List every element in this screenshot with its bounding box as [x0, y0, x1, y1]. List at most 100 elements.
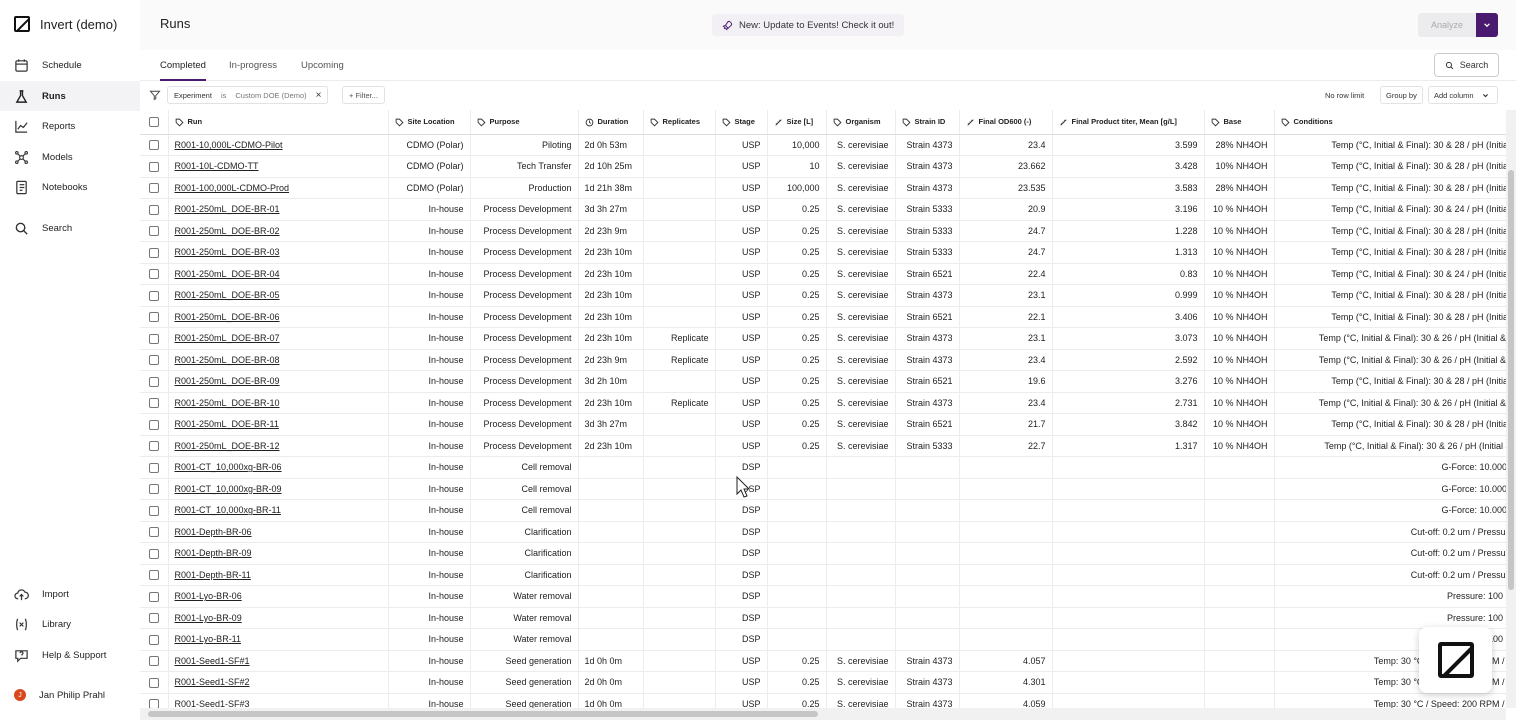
run-link[interactable]: R001-Seed1-SF#2 [175, 677, 250, 687]
vertical-scrollbar[interactable] [1506, 110, 1516, 708]
row-checkbox[interactable] [140, 671, 169, 694]
table-row[interactable]: R001-250mL_DOE-BR-05 In-house Process Deve… [140, 284, 1506, 307]
row-checkbox[interactable] [140, 370, 169, 393]
sidebar-item-runs[interactable]: Runs [0, 81, 140, 111]
row-checkbox[interactable] [140, 499, 169, 522]
run-link[interactable]: R001-250mL_DOE-BR-02 [175, 226, 280, 236]
column-header-final-od600[interactable]: Final OD600 (-) [959, 110, 1053, 135]
run-link[interactable]: R001-250mL_DOE-BR-11 [175, 419, 279, 429]
run-link[interactable]: R001-250mL_DOE-BR-03 [175, 247, 280, 257]
group-by-button[interactable]: Group by [1380, 86, 1423, 104]
row-checkbox[interactable] [140, 650, 169, 672]
run-link[interactable]: R001-250mL_DOE-BR-07 [175, 333, 280, 343]
tab-completed[interactable]: Completed [160, 60, 206, 81]
sidebar-item-schedule[interactable]: Schedule [0, 50, 140, 80]
table-row[interactable]: R001-250mL_DOE-BR-06 In-house Process Deve… [140, 306, 1506, 328]
vertical-scroll-thumb[interactable] [1508, 170, 1514, 590]
column-header-duration[interactable]: Duration [578, 110, 644, 135]
table-row[interactable]: R001-250mL_DOE-BR-04 In-house Process Deve… [140, 263, 1506, 285]
table-row[interactable]: R001-Depth-BR-11 In-house Clarification DSP… [140, 564, 1506, 586]
run-link[interactable]: R001-250mL_DOE-BR-06 [175, 312, 280, 322]
column-header-site-location[interactable]: Site Location [388, 110, 471, 135]
run-link[interactable]: R001-250mL_DOE-BR-12 [175, 441, 280, 451]
column-header-replicates[interactable]: Replicates [643, 110, 716, 135]
add-column-button[interactable]: Add column [1428, 86, 1498, 104]
column-header-size[interactable]: Size [L] [767, 110, 827, 135]
table-row[interactable]: R001-250mL_DOE-BR-08 In-house Process Deve… [140, 349, 1506, 371]
run-link[interactable]: R001-250mL_DOE-BR-10 [175, 398, 280, 408]
column-header-base[interactable]: Base [1204, 110, 1275, 135]
column-header-purpose[interactable]: Purpose [470, 110, 579, 135]
row-checkbox[interactable] [140, 177, 169, 199]
run-link[interactable]: R001-Depth-BR-09 [175, 548, 252, 558]
table-row[interactable]: R001-250mL_DOE-BR-01 In-house Process Deve… [140, 198, 1506, 221]
filter-chip-experiment[interactable]: Experiment is Custom DOE (Demo) × [167, 86, 329, 104]
column-header-organism[interactable]: Organism [826, 110, 896, 135]
row-checkbox[interactable] [140, 435, 169, 457]
row-checkbox[interactable] [140, 628, 169, 651]
sidebar-item-notebooks[interactable]: Notebooks [0, 172, 140, 202]
run-link[interactable]: R001-Depth-BR-11 [175, 570, 251, 580]
row-checkbox[interactable] [140, 478, 169, 500]
user-menu[interactable]: J Jan Philip Prahl [0, 680, 140, 710]
table-row[interactable]: R001-Lyo-BR-09 In-house Water removal DSP Pr… [140, 607, 1506, 629]
row-checkbox[interactable] [140, 413, 169, 436]
table-row[interactable]: R001-250mL_DOE-BR-11 In-house Process Deve… [140, 413, 1506, 436]
column-header-run[interactable]: Run [168, 110, 389, 135]
column-header-strain-id[interactable]: Strain ID [895, 110, 960, 135]
sidebar-item-search[interactable]: Search [0, 213, 140, 243]
run-link[interactable]: R001-250mL_DOE-BR-04 [175, 269, 280, 279]
row-checkbox[interactable] [140, 392, 169, 414]
row-checkbox[interactable] [140, 542, 169, 565]
row-checkbox[interactable] [140, 585, 169, 608]
row-checkbox[interactable] [140, 284, 169, 307]
sidebar-item-help[interactable]: Help & Support [0, 640, 140, 670]
table-row[interactable]: R001-250mL_DOE-BR-10 In-house Process Deve… [140, 392, 1506, 414]
tab-upcoming[interactable]: Upcoming [301, 60, 344, 81]
run-link[interactable]: R001-10,000L-CDMO-Pilot [175, 140, 283, 150]
table-row[interactable]: R001-10,000L-CDMO-Pilot CDMO (Polar) Pilot… [140, 134, 1506, 156]
table-row[interactable]: R001-CT_10,000xg-BR-06 In-house Cell remov… [140, 456, 1506, 479]
run-link[interactable]: R001-250mL_DOE-BR-09 [175, 376, 280, 386]
run-link[interactable]: R001-Seed1-SF#1 [175, 656, 250, 666]
table-row[interactable]: R001-250mL_DOE-BR-12 In-house Process Deve… [140, 435, 1506, 457]
row-checkbox[interactable] [140, 263, 169, 285]
row-checkbox[interactable] [140, 521, 169, 543]
column-header-final-product-titer[interactable]: Final Product titer, Mean [g/L] [1052, 110, 1205, 135]
table-row[interactable]: R001-250mL_DOE-BR-03 In-house Process Deve… [140, 241, 1506, 264]
row-limit-button[interactable]: No row limit [1320, 86, 1369, 104]
run-link[interactable]: R001-250mL_DOE-BR-01 [175, 204, 280, 214]
horizontal-scrollbar[interactable] [140, 708, 1506, 720]
run-link[interactable]: R001-250mL_DOE-BR-08 [175, 355, 280, 365]
table-row[interactable]: R001-CT_10,000xg-BR-11 In-house Cell remov… [140, 499, 1506, 522]
table-row[interactable]: R001-CT_10,000xg-BR-09 In-house Cell remov… [140, 478, 1506, 500]
row-checkbox[interactable] [140, 327, 169, 350]
sidebar-item-models[interactable]: Models [0, 142, 140, 172]
row-checkbox[interactable] [140, 155, 169, 178]
run-link[interactable]: R001-CT_10,000xg-BR-06 [175, 462, 282, 472]
table-row[interactable]: R001-Lyo-BR-11In-houseWater removalDSPPr… [140, 628, 1506, 651]
table-row[interactable]: R001-Seed1-SF#3 In-house Seed generation 1d… [140, 693, 1506, 708]
assistant-launcher-button[interactable] [1419, 627, 1492, 693]
run-link[interactable]: R001-250mL_DOE-BR-05 [175, 290, 280, 300]
run-link[interactable]: R001-Depth-BR-06 [175, 527, 252, 537]
tab-in-progress[interactable]: In-progress [229, 60, 277, 81]
table-row[interactable]: R001-250mL_DOE-BR-07 In-house Process Deve… [140, 327, 1506, 350]
table-row[interactable]: R001-10L-CDMO-TT CDMO (Polar) Tech Transfe… [140, 155, 1506, 178]
run-link[interactable]: R001-10L-CDMO-TT [175, 161, 259, 171]
table-row[interactable]: R001-Depth-BR-09 In-house Clarification DSP… [140, 542, 1506, 565]
table-row[interactable]: R001-Seed1-SF#2 In-house Seed generation 2d… [140, 671, 1506, 694]
table-row[interactable]: R001-Lyo-BR-06 In-house Water removal DSP Pr… [140, 585, 1506, 608]
row-checkbox[interactable] [140, 220, 169, 242]
table-row[interactable]: R001-Seed1-SF#1 In-house Seed generation 1d… [140, 650, 1506, 672]
analyze-button[interactable]: Analyze [1418, 13, 1476, 37]
row-checkbox[interactable] [140, 306, 169, 328]
row-checkbox[interactable] [140, 134, 169, 156]
search-button[interactable]: Search [1434, 53, 1499, 77]
row-checkbox[interactable] [140, 456, 169, 479]
run-link[interactable]: R001-Lyo-BR-11 [175, 634, 242, 644]
table-row[interactable]: R001-100,000L-CDMO-Prod CDMO (Polar) Produ… [140, 177, 1506, 199]
sidebar-item-import[interactable]: Import [0, 579, 140, 609]
column-header-stage[interactable]: Stage [715, 110, 768, 135]
sidebar-item-library[interactable]: Library [0, 609, 140, 639]
